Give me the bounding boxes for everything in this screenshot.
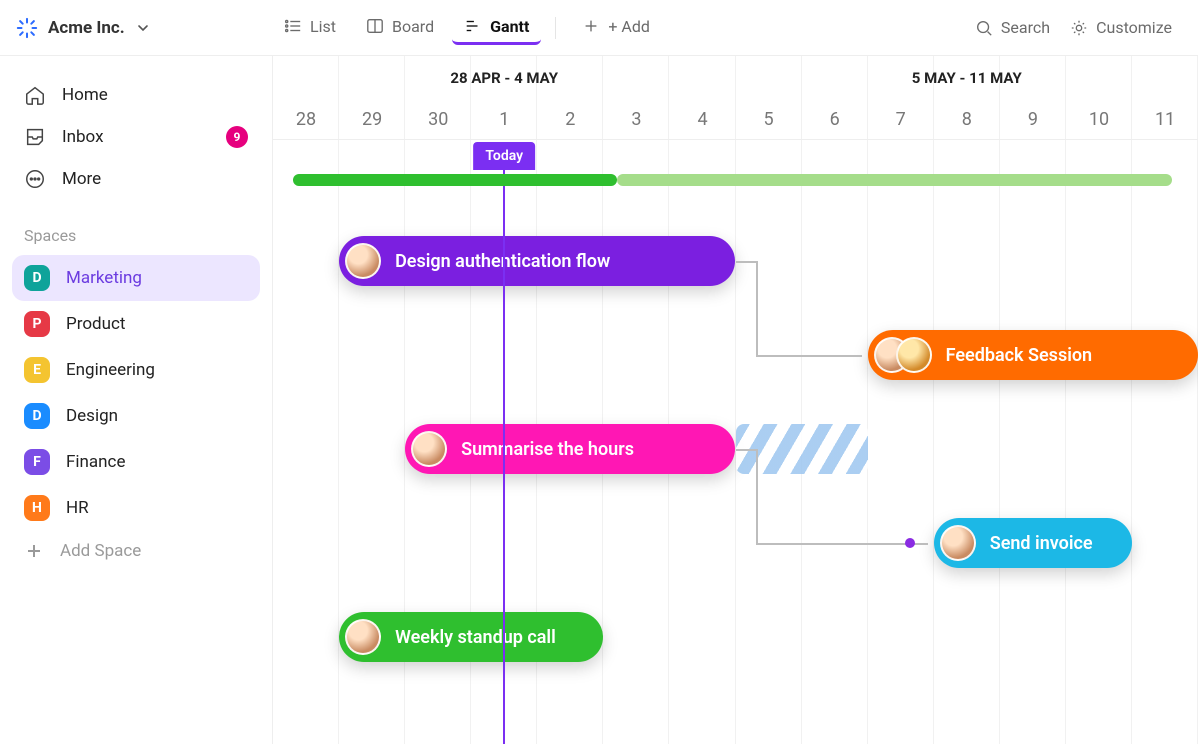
nav-home-label: Home xyxy=(62,85,108,105)
nav-more-label: More xyxy=(62,169,101,189)
tab-board-label: Board xyxy=(392,17,434,36)
space-color-chip: F xyxy=(24,449,50,475)
assignee-avatars xyxy=(874,337,932,373)
add-view-button[interactable]: + Add xyxy=(570,11,662,45)
avatar xyxy=(411,431,447,467)
dependency-endpoint-dot xyxy=(905,538,915,548)
space-name-label: Engineering xyxy=(66,360,155,380)
day-header-cell: 5 xyxy=(736,100,802,139)
home-icon xyxy=(24,84,46,106)
task-label: Feedback Session xyxy=(946,345,1092,366)
chevron-down-icon xyxy=(137,22,149,34)
avatar xyxy=(345,619,381,655)
plus-icon xyxy=(24,541,44,561)
day-header-cell: 1 xyxy=(471,100,537,139)
inbox-badge: 9 xyxy=(226,126,248,148)
day-header-cell: 28 xyxy=(273,100,339,139)
add-view-label: + Add xyxy=(608,17,650,36)
tab-board[interactable]: Board xyxy=(354,11,446,45)
sidebar-space-item[interactable]: F Finance xyxy=(12,439,260,485)
space-name-label: HR xyxy=(66,498,89,518)
sidebar: Home Inbox 9 More Spaces D Marketing P Prod… xyxy=(0,56,272,744)
gear-icon xyxy=(1070,19,1088,37)
add-space-button[interactable]: Add Space xyxy=(12,531,260,571)
day-header-cell: 3 xyxy=(603,100,669,139)
day-header-cell: 6 xyxy=(802,100,868,139)
space-color-chip: D xyxy=(24,403,50,429)
day-header-cell: 10 xyxy=(1066,100,1132,139)
space-name-label: Marketing xyxy=(66,268,142,288)
week-header-row: 28 APR - 4 MAY 5 MAY - 11 MAY xyxy=(273,56,1198,100)
tab-list[interactable]: List xyxy=(272,11,348,45)
sidebar-space-item[interactable]: E Engineering xyxy=(12,347,260,393)
task-label: Weekly standup call xyxy=(395,627,556,648)
more-icon xyxy=(24,168,46,190)
today-marker-line xyxy=(503,168,505,744)
spaces-list: D Marketing P Product E Engineering D Design F Fi… xyxy=(12,255,260,531)
plus-icon xyxy=(582,17,600,35)
tab-list-label: List xyxy=(310,17,336,36)
tab-gantt[interactable]: Gantt xyxy=(452,11,541,45)
gantt-task-pill[interactable]: Summarise the hours xyxy=(405,424,735,474)
search-button[interactable]: Search xyxy=(965,12,1060,43)
gantt-task-pill[interactable]: Send invoice xyxy=(934,518,1132,568)
task-label: Summarise the hours xyxy=(461,439,634,460)
day-header-cell: 30 xyxy=(405,100,471,139)
day-header-cell: 7 xyxy=(868,100,934,139)
customize-label: Customize xyxy=(1096,18,1172,37)
app-header: Acme Inc. List Board Gantt + Add Search … xyxy=(0,0,1198,56)
day-header-row: 2829301234567891011 xyxy=(273,100,1198,140)
space-name-label: Design xyxy=(66,406,118,426)
search-label: Search xyxy=(1001,18,1050,37)
view-tabs: List Board Gantt + Add xyxy=(272,11,662,45)
day-header-cell: 2 xyxy=(537,100,603,139)
nav-home[interactable]: Home xyxy=(12,74,260,116)
nav-inbox-label: Inbox xyxy=(62,127,104,147)
tab-gantt-label: Gantt xyxy=(490,17,529,36)
workspace-name: Acme Inc. xyxy=(48,18,125,38)
avatar xyxy=(345,243,381,279)
spaces-section-label: Spaces xyxy=(24,226,248,245)
workspace-switcher[interactable]: Acme Inc. xyxy=(16,17,272,39)
nav-more[interactable]: More xyxy=(12,158,260,200)
capacity-segment xyxy=(293,174,617,186)
nav-inbox[interactable]: Inbox 9 xyxy=(12,116,260,158)
space-color-chip: E xyxy=(24,357,50,383)
add-space-label: Add Space xyxy=(60,541,141,561)
space-color-chip: P xyxy=(24,311,50,337)
space-name-label: Finance xyxy=(66,452,125,472)
avatar xyxy=(896,337,932,373)
gantt-task-pill[interactable]: Feedback Session xyxy=(868,330,1198,380)
day-header-cell: 4 xyxy=(669,100,735,139)
capacity-segment xyxy=(617,174,1172,186)
inbox-icon xyxy=(24,126,46,148)
avatar xyxy=(940,525,976,561)
gantt-task-pill[interactable]: Weekly standup call xyxy=(339,612,603,662)
space-name-label: Product xyxy=(66,314,125,334)
day-header-cell: 8 xyxy=(934,100,1000,139)
sidebar-space-item[interactable]: D Design xyxy=(12,393,260,439)
list-icon xyxy=(284,17,302,35)
space-color-chip: H xyxy=(24,495,50,521)
day-header-cell: 11 xyxy=(1132,100,1198,139)
gantt-chart[interactable]: 28 APR - 4 MAY 5 MAY - 11 MAY 2829301234… xyxy=(272,56,1198,744)
board-icon xyxy=(366,17,384,35)
search-icon xyxy=(975,19,993,37)
task-label: Send invoice xyxy=(990,533,1093,554)
gantt-icon xyxy=(464,17,482,35)
customize-button[interactable]: Customize xyxy=(1060,12,1182,43)
gantt-task-pill[interactable]: Design authentication flow xyxy=(339,236,735,286)
week-header-2: 5 MAY - 11 MAY xyxy=(736,69,1198,87)
sidebar-space-item[interactable]: H HR xyxy=(12,485,260,531)
week-header-1: 28 APR - 4 MAY xyxy=(273,69,736,87)
day-header-cell: 29 xyxy=(339,100,405,139)
space-color-chip: D xyxy=(24,265,50,291)
sidebar-space-item[interactable]: D Marketing xyxy=(12,255,260,301)
divider xyxy=(555,17,556,39)
today-marker-label: Today xyxy=(473,142,535,170)
day-header-cell: 9 xyxy=(1000,100,1066,139)
app-logo-icon xyxy=(16,17,38,39)
sidebar-space-item[interactable]: P Product xyxy=(12,301,260,347)
